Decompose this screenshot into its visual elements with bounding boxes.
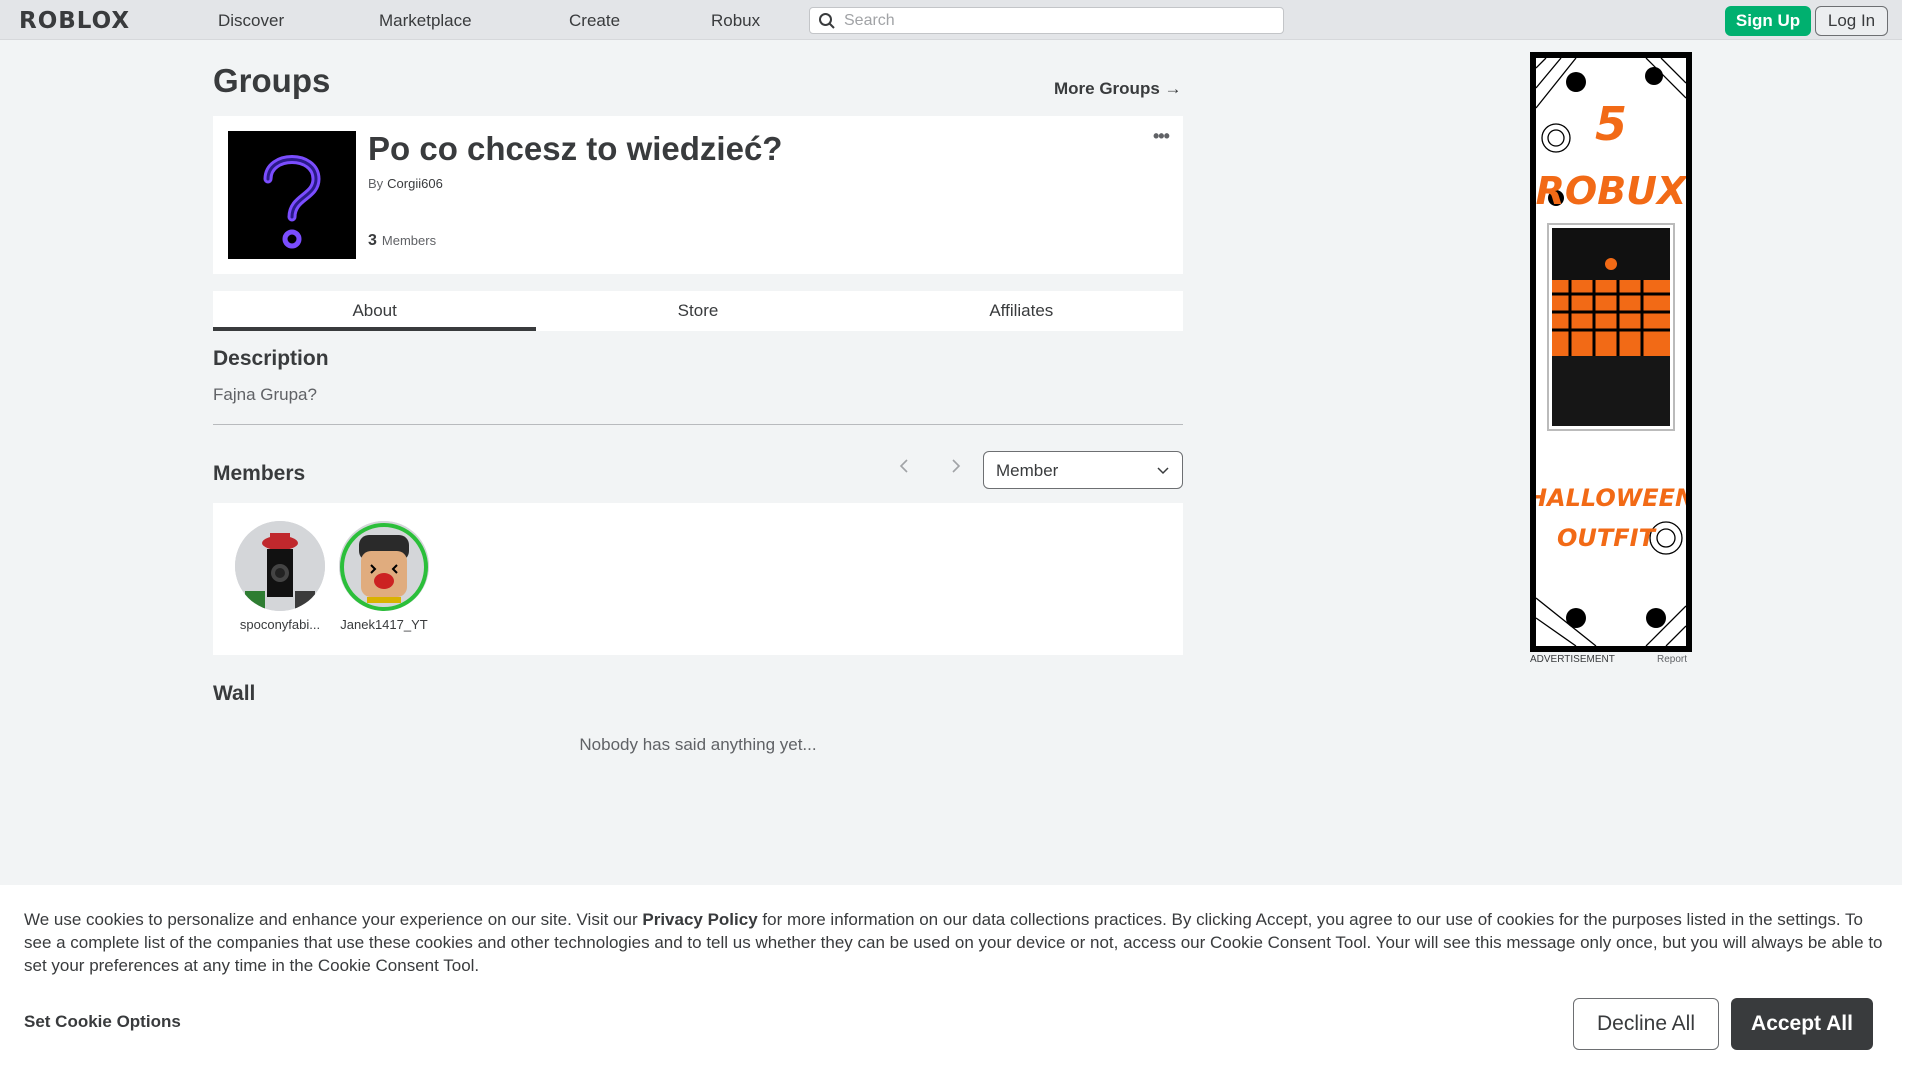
- group-name: Po co chcesz to wiedzieć?: [368, 130, 783, 167]
- member-count-label: Members: [381, 233, 437, 248]
- privacy-policy-link[interactable]: Privacy Policy: [642, 910, 757, 929]
- member-count-value: 3: [368, 232, 377, 249]
- cookie-banner: We use cookies to personalize and enhanc…: [0, 885, 1902, 1080]
- member-name[interactable]: spoconyfabi...: [233, 617, 327, 632]
- nav-robux[interactable]: Robux: [711, 11, 760, 31]
- member-count: 3 Members: [368, 232, 436, 250]
- set-cookie-options-link[interactable]: Set Cookie Options: [24, 1012, 181, 1032]
- owner-link[interactable]: Corgii606: [387, 176, 443, 191]
- advertisement-banner[interactable]: 5 ROBUX HALLOWEEN OUTFIT: [1530, 52, 1692, 652]
- page-title: Groups: [213, 62, 331, 99]
- tab-affiliates[interactable]: Affiliates: [860, 291, 1183, 331]
- search-icon: [818, 12, 836, 35]
- chevron-down-icon: [1156, 463, 1170, 482]
- wall-title: Wall: [213, 682, 256, 705]
- description-title: Description: [213, 347, 329, 370]
- scrollbar-track[interactable]: [1902, 0, 1920, 1080]
- tab-store[interactable]: Store: [536, 291, 859, 331]
- group-owner: By Corgii606: [368, 176, 443, 191]
- member-item[interactable]: spoconyfabi...: [233, 521, 327, 632]
- divider: [213, 424, 1183, 425]
- group-header-card: Po co chcesz to wiedzieć? By Corgii606 3M…: [213, 116, 1183, 274]
- member-item[interactable]: Janek1417_YT: [337, 521, 431, 632]
- description-text: Fajna Grupa?: [213, 385, 317, 404]
- more-groups-link[interactable]: More Groups →: [1054, 79, 1182, 99]
- nav-create[interactable]: Create: [569, 11, 620, 31]
- top-nav-bar: ROBLOX Discover Marketplace Create Robux…: [0, 0, 1902, 40]
- ad-footer-line1: HALLOWEEN: [1536, 484, 1686, 512]
- accept-all-button[interactable]: Accept All: [1731, 998, 1873, 1050]
- log-in-button[interactable]: Log In: [1815, 6, 1888, 36]
- group-tabs: About Store Affiliates: [213, 291, 1183, 331]
- role-selected: Member: [996, 461, 1059, 480]
- search-input[interactable]: Search: [809, 7, 1284, 34]
- decline-all-button[interactable]: Decline All: [1573, 998, 1719, 1050]
- ad-headline-word: ROBUX: [1536, 169, 1686, 213]
- group-emblem-image: [228, 131, 356, 259]
- search-placeholder: Search: [844, 12, 895, 29]
- role-dropdown[interactable]: Member: [983, 451, 1183, 489]
- more-options-icon[interactable]: •••: [1153, 126, 1170, 147]
- wall-empty-message: Nobody has said anything yet...: [579, 735, 817, 754]
- avatar[interactable]: [235, 521, 325, 611]
- by-label: By: [368, 176, 384, 191]
- nav-discover[interactable]: Discover: [218, 11, 284, 31]
- ad-headline-number: 5: [1595, 97, 1627, 151]
- members-title: Members: [213, 462, 306, 485]
- nav-marketplace[interactable]: Marketplace: [379, 11, 472, 31]
- tab-about[interactable]: About: [213, 291, 537, 331]
- cookie-message: We use cookies to personalize and enhanc…: [24, 908, 1884, 977]
- ad-footer-line2: OUTFIT: [1557, 524, 1657, 552]
- prev-page-icon[interactable]: [898, 458, 910, 479]
- members-list: spoconyfabi... Janek1417_YT: [213, 503, 1183, 655]
- avatar[interactable]: [339, 521, 429, 611]
- advertisement-label: ADVERTISEMENT: [1530, 654, 1615, 665]
- next-page-icon[interactable]: [950, 458, 962, 479]
- roblox-logo[interactable]: ROBLOX: [19, 8, 130, 34]
- sign-up-button[interactable]: Sign Up: [1725, 6, 1811, 36]
- member-name[interactable]: Janek1417_YT: [337, 617, 431, 632]
- report-ad-link[interactable]: Report: [1657, 654, 1687, 665]
- cookie-text-before: We use cookies to personalize and enhanc…: [24, 910, 643, 929]
